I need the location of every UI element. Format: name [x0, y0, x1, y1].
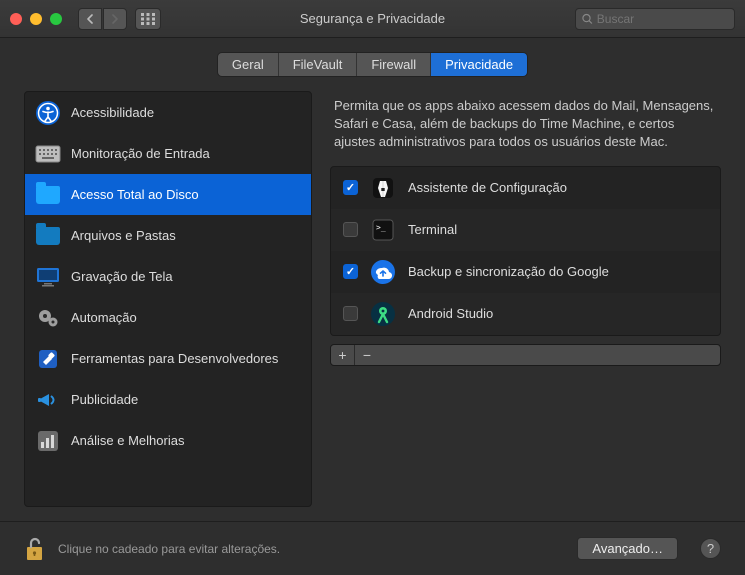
sidebar-item-publicidade[interactable]: Publicidade: [25, 379, 311, 420]
app-checkbox[interactable]: [343, 180, 358, 195]
gears-icon: [35, 305, 61, 331]
sidebar-item-label: Acessibilidade: [71, 105, 154, 120]
add-remove-control: + −: [330, 344, 721, 366]
footer: Clique no cadeado para evitar alterações…: [0, 521, 745, 575]
content-area: Acessibilidade Monitoração de Entrada Aces…: [0, 91, 745, 521]
app-row: >_ Terminal: [331, 209, 720, 251]
sidebar-item-label: Arquivos e Pastas: [71, 228, 176, 243]
lock-button[interactable]: [24, 536, 46, 562]
keyboard-icon: [35, 141, 61, 167]
hammer-icon: [35, 346, 61, 372]
close-window-button[interactable]: [10, 13, 22, 25]
description-text: Permita que os apps abaixo acessem dados…: [330, 91, 721, 166]
sidebar-item-label: Gravação de Tela: [71, 269, 173, 284]
tab-bar: GeralFileVaultFirewallPrivacidade: [0, 38, 745, 91]
tab-filevault[interactable]: FileVault: [279, 53, 358, 76]
sidebar-item-gravação-de-tela[interactable]: Gravação de Tela: [25, 256, 311, 297]
sidebar-item-label: Automação: [71, 310, 137, 325]
google-backup-icon: [370, 259, 396, 285]
android-studio-icon: [370, 301, 396, 327]
sidebar-item-label: Monitoração de Entrada: [71, 146, 210, 161]
sidebar-item-ferramentas-para-desenvolvedores[interactable]: Ferramentas para Desenvolvedores: [25, 338, 311, 379]
app-checkbox[interactable]: [343, 264, 358, 279]
tab-geral[interactable]: Geral: [218, 53, 279, 76]
preferences-window: Segurança e Privacidade GeralFileVaultFi…: [0, 0, 745, 575]
tab-privacidade[interactable]: Privacidade: [431, 53, 527, 76]
sidebar-item-label: Acesso Total ao Disco: [71, 187, 199, 202]
app-row: Backup e sincronização do Google: [331, 251, 720, 293]
back-button[interactable]: [78, 8, 102, 30]
add-button[interactable]: +: [331, 345, 355, 365]
app-row: Android Studio: [331, 293, 720, 335]
minimize-window-button[interactable]: [30, 13, 42, 25]
lock-hint-text: Clique no cadeado para evitar alterações…: [58, 542, 280, 556]
zoom-window-button[interactable]: [50, 13, 62, 25]
app-name-label: Terminal: [408, 222, 457, 237]
folder-icon: [35, 223, 61, 249]
show-all-button[interactable]: [135, 8, 161, 30]
forward-button[interactable]: [103, 8, 127, 30]
accessibility-icon: [35, 100, 61, 126]
app-checkbox[interactable]: [343, 222, 358, 237]
display-icon: [35, 264, 61, 290]
sidebar-item-label: Ferramentas para Desenvolvedores: [71, 351, 278, 366]
megaphone-icon: [35, 387, 61, 413]
setup-assistant-icon: [370, 175, 396, 201]
remove-button[interactable]: −: [355, 345, 379, 365]
tab-firewall[interactable]: Firewall: [357, 53, 431, 76]
app-name-label: Backup e sincronização do Google: [408, 264, 609, 279]
app-checkbox[interactable]: [343, 306, 358, 321]
search-field[interactable]: [575, 8, 735, 30]
search-icon: [582, 13, 593, 25]
sidebar-item-monitoração-de-entrada[interactable]: Monitoração de Entrada: [25, 133, 311, 174]
terminal-icon: >_: [370, 217, 396, 243]
chart-icon: [35, 428, 61, 454]
app-name-label: Android Studio: [408, 306, 493, 321]
detail-pane: Permita que os apps abaixo acessem dados…: [330, 91, 721, 507]
folder-icon: [35, 182, 61, 208]
sidebar-item-acessibilidade[interactable]: Acessibilidade: [25, 92, 311, 133]
sidebar-item-label: Análise e Melhorias: [71, 433, 184, 448]
privacy-category-list[interactable]: Acessibilidade Monitoração de Entrada Aces…: [24, 91, 312, 507]
lock-open-icon: [24, 536, 46, 562]
window-controls: [10, 13, 62, 25]
nav-buttons: [78, 8, 127, 30]
sidebar-item-automação[interactable]: Automação: [25, 297, 311, 338]
titlebar: Segurança e Privacidade: [0, 0, 745, 38]
app-name-label: Assistente de Configuração: [408, 180, 567, 195]
advanced-button[interactable]: Avançado…: [577, 537, 678, 560]
sidebar-item-análise-e-melhorias[interactable]: Análise e Melhorias: [25, 420, 311, 461]
app-list[interactable]: Assistente de Configuração >_ Terminal Back…: [330, 166, 721, 336]
svg-text:>_: >_: [376, 223, 386, 232]
app-row: Assistente de Configuração: [331, 167, 720, 209]
sidebar-item-label: Publicidade: [71, 392, 138, 407]
search-input[interactable]: [597, 12, 728, 26]
sidebar-item-arquivos-e-pastas[interactable]: Arquivos e Pastas: [25, 215, 311, 256]
sidebar-item-acesso-total-ao-disco[interactable]: Acesso Total ao Disco: [25, 174, 311, 215]
help-button[interactable]: ?: [700, 538, 721, 559]
